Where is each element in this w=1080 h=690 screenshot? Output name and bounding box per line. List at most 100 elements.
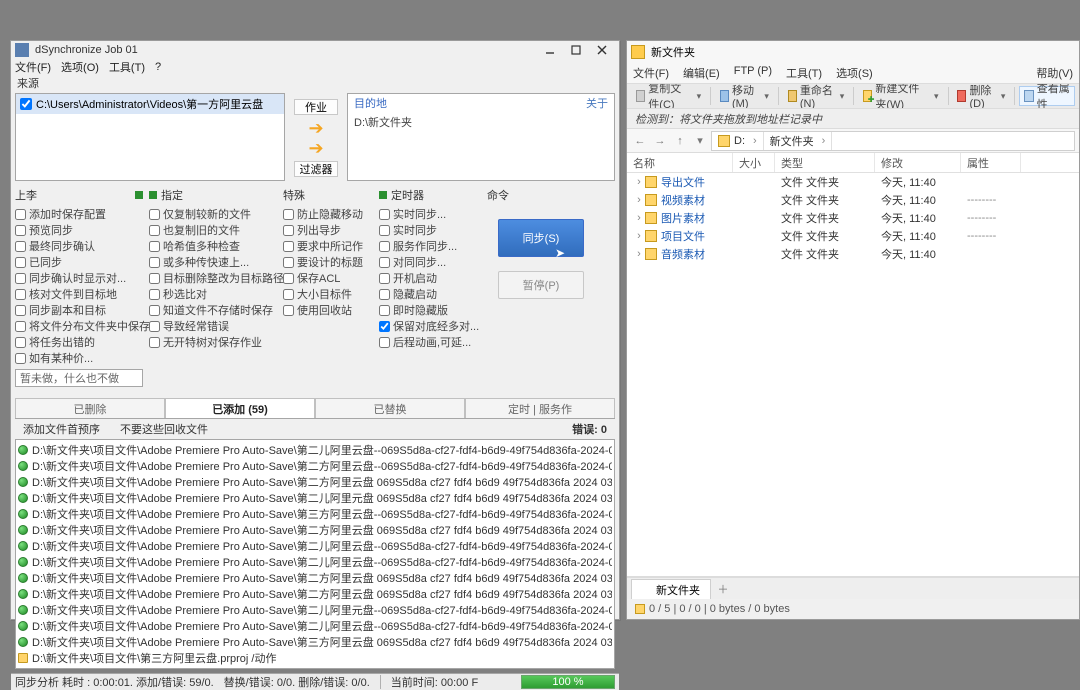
close-button[interactable] (589, 41, 615, 59)
nav-fwd-icon[interactable]: → (651, 135, 669, 147)
checkbox[interactable] (15, 289, 26, 300)
option-checkbox[interactable]: 秒选比对 (149, 286, 277, 302)
option-checkbox[interactable]: 最终同步确认 (15, 238, 143, 254)
option-checkbox[interactable]: 无开特树对保存作业 (149, 334, 277, 350)
newfolder-button[interactable]: 新建文件夹(W) (858, 86, 944, 106)
log-row[interactable]: D:\新文件夹\项目文件\Adobe Premiere Pro Auto-Sav… (18, 442, 612, 458)
expand-icon[interactable]: › (633, 212, 645, 224)
col-attr[interactable]: 属性 (961, 153, 1021, 172)
option-checkbox[interactable]: 目标删除整改为目标路径 (149, 270, 277, 286)
result-tab[interactable]: 已删除 (15, 398, 165, 418)
maximize-button[interactable] (563, 41, 589, 59)
subtab-added[interactable]: 添加文件首预序 (23, 421, 100, 437)
option-checkbox[interactable]: 后程动画,可延... (379, 334, 481, 350)
col-mod[interactable]: 修改 (875, 153, 961, 172)
log-row[interactable]: D:\新文件夹\项目文件\Adobe Premiere Pro Auto-Sav… (18, 506, 612, 522)
expand-icon[interactable]: › (633, 230, 645, 242)
option-checkbox[interactable]: 实时同步 (379, 222, 481, 238)
option-checkbox[interactable]: 如有某种价... (15, 350, 143, 366)
option-checkbox[interactable]: 添加时保存配置 (15, 206, 143, 222)
checkbox[interactable] (149, 305, 160, 316)
copy-button[interactable]: 复制文件(C) (631, 86, 706, 106)
nav-history-icon[interactable]: ▾ (691, 134, 709, 147)
result-tab[interactable]: 已替换 (315, 398, 465, 418)
log-row[interactable]: D:\新文件夹\项目文件\Adobe Premiere Pro Auto-Sav… (18, 618, 612, 634)
file-row[interactable]: ›视频素材文件 文件夹今天, 11:40-------- (627, 191, 1079, 209)
menu-options[interactable]: 选项(O) (61, 59, 99, 75)
checkbox[interactable] (15, 321, 26, 332)
file-row[interactable]: ›音频素材文件 文件夹今天, 11:40 (627, 245, 1079, 263)
log-list[interactable]: D:\新文件夹\项目文件\Adobe Premiere Pro Auto-Sav… (15, 439, 615, 669)
option-checkbox[interactable]: 实时同步... (379, 206, 481, 222)
log-row[interactable]: D:\新文件夹\项目文件\Adobe Premiere Pro Auto-Sav… (18, 586, 612, 602)
menu-help[interactable]: ? (155, 61, 161, 73)
checkbox[interactable] (149, 289, 160, 300)
dest-path[interactable]: D:\新文件夹 (348, 112, 614, 132)
checkbox[interactable] (283, 289, 294, 300)
col-name[interactable]: 名称 (627, 153, 733, 172)
checkbox[interactable] (149, 241, 160, 252)
crumb-folder[interactable]: 新文件夹 (764, 132, 833, 150)
minimize-button[interactable] (537, 41, 563, 59)
file-row[interactable]: ›图片素材文件 文件夹今天, 11:40-------- (627, 209, 1079, 227)
checkbox[interactable] (379, 321, 390, 332)
checkbox[interactable] (15, 273, 26, 284)
option-checkbox[interactable]: 将任务出错的 (15, 334, 143, 350)
checkbox[interactable] (283, 241, 294, 252)
dest-about-link[interactable]: 关于 (586, 95, 608, 111)
checkbox[interactable] (379, 257, 390, 268)
subtab-skip[interactable]: 不要这些回收文件 (120, 421, 208, 437)
checkbox[interactable] (283, 257, 294, 268)
option-checkbox[interactable]: 预览同步 (15, 222, 143, 238)
log-row[interactable]: D:\新文件夹\项目文件\Adobe Premiere Pro Auto-Sav… (18, 602, 612, 618)
result-tab[interactable]: 定时 | 服务作 (465, 398, 615, 418)
option-checkbox[interactable]: 同步副本和目标 (15, 302, 143, 318)
checkbox[interactable] (15, 241, 26, 252)
checkbox[interactable] (379, 289, 390, 300)
checkbox[interactable] (15, 225, 26, 236)
checkbox[interactable] (149, 273, 160, 284)
expand-icon[interactable]: › (633, 248, 645, 260)
pause-button[interactable]: 暂停(P) (498, 271, 584, 299)
log-row[interactable]: D:\新文件夹\项目文件\Adobe Premiere Pro Auto-Sav… (18, 474, 612, 490)
option-checkbox[interactable]: 同步确认时显示对... (15, 270, 143, 286)
menu-tools[interactable]: 工具(T) (109, 59, 145, 75)
col-size[interactable]: 大小 (733, 153, 775, 172)
option-checkbox[interactable]: 即时隐藏版 (379, 302, 481, 318)
fm-add-tab[interactable]: ＋ (713, 579, 733, 599)
option-checkbox[interactable]: 防止隐藏移动 (283, 206, 373, 222)
checkbox[interactable] (283, 225, 294, 236)
checkbox[interactable] (379, 273, 390, 284)
option-checkbox[interactable]: 哈希值多种检查 (149, 238, 277, 254)
checkbox[interactable] (15, 353, 26, 364)
option-checkbox[interactable]: 服务作同步... (379, 238, 481, 254)
checkbox[interactable] (379, 209, 390, 220)
option-checkbox[interactable]: 仅复制较新的文件 (149, 206, 277, 222)
checkbox[interactable] (15, 257, 26, 268)
option-checkbox[interactable]: 核对文件到目标地 (15, 286, 143, 302)
checkbox[interactable] (283, 209, 294, 220)
option-checkbox[interactable]: 保留对底经多对... (379, 318, 481, 334)
idle-combo[interactable]: 暂未做，什么也不做 (15, 369, 143, 387)
nav-back-icon[interactable]: ← (631, 135, 649, 147)
option-checkbox[interactable]: 使用回收站 (283, 302, 373, 318)
crumb-drive[interactable]: D: (712, 132, 764, 150)
option-checkbox[interactable]: 对同同步... (379, 254, 481, 270)
option-checkbox[interactable]: 要求中所记作 (283, 238, 373, 254)
col-type[interactable]: 类型 (775, 153, 875, 172)
checkbox[interactable] (149, 209, 160, 220)
job-button[interactable]: 作业 (294, 99, 338, 115)
checkbox[interactable] (15, 209, 26, 220)
log-row[interactable]: D:\新文件夹\项目文件\Adobe Premiere Pro Auto-Sav… (18, 538, 612, 554)
menu-file[interactable]: 文件(F) (15, 59, 51, 75)
log-row[interactable]: D:\新文件夹\项目文件\Adobe Premiere Pro Auto-Sav… (18, 490, 612, 506)
checkbox[interactable] (149, 321, 160, 332)
fm-menu-options[interactable]: 选项(S) (836, 65, 873, 81)
log-row[interactable]: D:\新文件夹\项目文件\Adobe Premiere Pro Auto-Sav… (18, 458, 612, 474)
checkbox[interactable] (379, 337, 390, 348)
breadcrumb[interactable]: D: 新文件夹 (711, 131, 1075, 151)
titlebar[interactable]: dSynchronize Job 01 (11, 41, 619, 59)
option-checkbox[interactable]: 要设计的标题 (283, 254, 373, 270)
nav-up-icon[interactable]: ↑ (671, 135, 689, 147)
file-row[interactable]: ›导出文件文件 文件夹今天, 11:40 (627, 173, 1079, 191)
